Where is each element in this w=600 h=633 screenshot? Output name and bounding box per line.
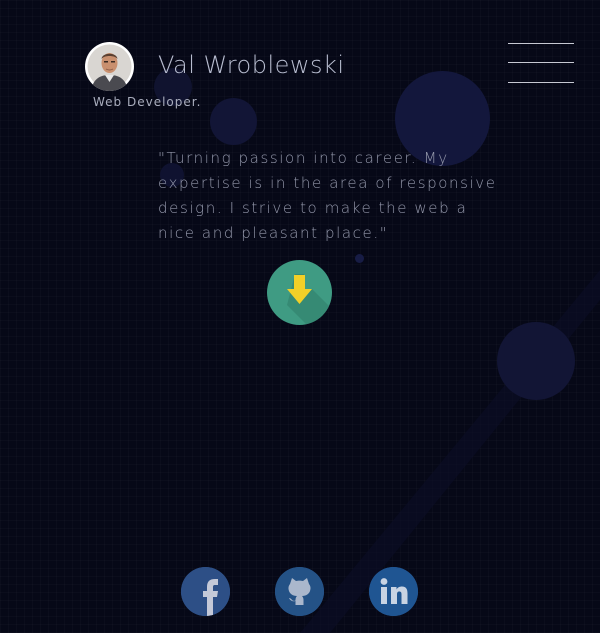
portrait-image [87, 44, 132, 91]
github-link[interactable] [275, 567, 324, 616]
facebook-link[interactable] [181, 567, 230, 616]
menu-line [508, 43, 574, 44]
job-title: Web Developer. [93, 95, 202, 109]
page-title: Val Wroblewski [158, 51, 345, 79]
hamburger-menu-icon[interactable] [508, 42, 574, 84]
menu-line [508, 82, 574, 83]
github-icon [275, 567, 324, 616]
facebook-icon [181, 567, 230, 616]
scroll-down-button[interactable] [267, 260, 332, 325]
menu-line [508, 62, 574, 63]
page-background: Val Wroblewski Web Developer. "Turning p… [0, 0, 600, 633]
decor-bubble [355, 254, 364, 263]
linkedin-icon [369, 567, 418, 616]
avatar [85, 42, 134, 91]
intro-quote: "Turning passion into career. My experti… [158, 149, 497, 242]
arrow-down-icon [287, 274, 332, 325]
decor-bubble [497, 322, 575, 400]
linkedin-link[interactable] [369, 567, 418, 616]
decor-bubble [210, 98, 257, 145]
